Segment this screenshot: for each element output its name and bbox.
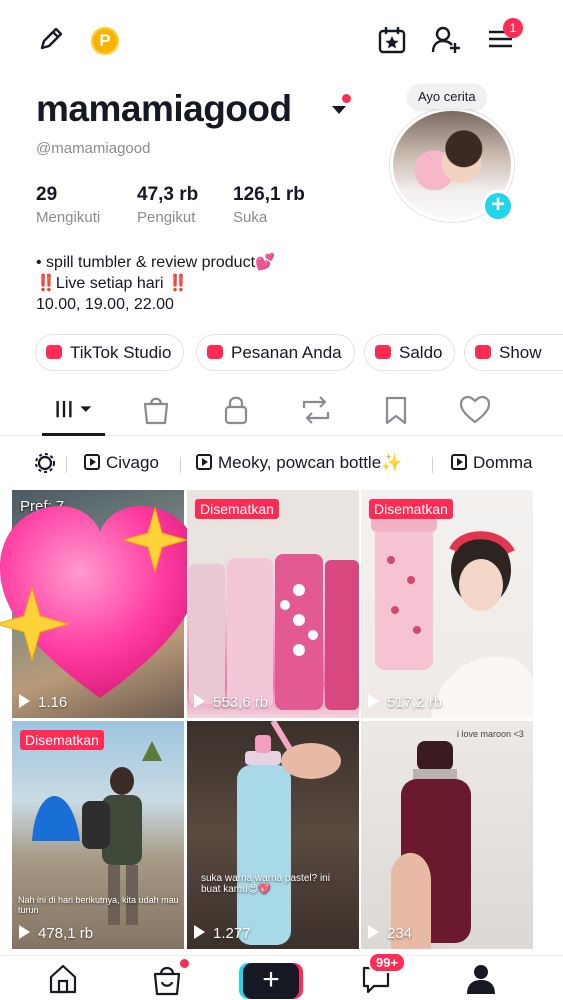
bio-line: • spill tumbler & review product💕 xyxy=(36,254,275,271)
tiktok-studio-button[interactable]: TikTok Studio xyxy=(35,334,185,371)
menu-notification-badge: 1 xyxy=(503,18,523,38)
add-friend-icon[interactable] xyxy=(430,24,462,56)
edit-pencil-icon[interactable] xyxy=(36,24,66,54)
shop-icon[interactable] xyxy=(150,962,184,996)
video-view-count: 553,6 rb xyxy=(194,694,268,711)
divider xyxy=(66,457,67,473)
create-button[interactable]: + xyxy=(243,963,299,999)
notification-dot xyxy=(342,94,351,103)
video-caption: suka warna warna pastel? ini buat kamu😍💖 xyxy=(201,873,330,895)
woman-with-tumbler-image xyxy=(371,512,533,718)
bio-line: 10.00, 19.00, 22.00 xyxy=(36,296,174,313)
play-icon xyxy=(19,925,30,939)
calendar-star-icon[interactable] xyxy=(376,24,408,56)
pinned-badge: Disematkan xyxy=(20,730,104,750)
wallet-icon xyxy=(375,345,391,359)
category-meoky[interactable]: Meoky, powcan bottle✨ xyxy=(196,453,402,473)
maroon-bottle-image xyxy=(391,741,471,949)
stat-likes-count: 126,1 rb xyxy=(233,184,305,205)
stat-followers-count: 47,3 rb xyxy=(137,184,199,205)
play-icon xyxy=(368,925,379,939)
add-story-button[interactable]: + xyxy=(482,190,514,222)
settings-gear-icon[interactable] xyxy=(34,452,56,474)
home-icon[interactable] xyxy=(47,962,79,994)
videos-grid-tab-icon[interactable] xyxy=(54,392,94,428)
inbox-badge: 99+ xyxy=(368,952,407,973)
bottom-navigation: + 99+ xyxy=(0,952,563,1000)
bookmark-tab-icon[interactable] xyxy=(376,392,416,428)
video-thumbnail[interactable]: Disematkan 517,2 rb xyxy=(361,490,533,718)
stat-likes-label: Suka xyxy=(233,209,268,226)
video-view-count: 1.277 xyxy=(194,925,251,942)
video-caption: Nah ini di hari berikutnya, kita udah ma… xyxy=(18,895,179,915)
divider xyxy=(432,457,433,473)
playlist-icon xyxy=(451,454,467,470)
pinned-badge: Disematkan xyxy=(369,499,453,519)
video-thumbnail[interactable]: suka warna warna pastel? ini buat kamu😍💖… xyxy=(187,721,359,949)
video-thumbnail[interactable]: i love maroon <3 234 xyxy=(361,721,533,949)
stat-following[interactable]: 29 Mengikuti xyxy=(36,184,100,226)
stat-following-count: 29 xyxy=(36,184,58,205)
liked-heart-tab-icon[interactable] xyxy=(455,392,495,428)
bio-line: ‼️Live setiap hari ‼️ xyxy=(36,275,188,292)
profile-icon[interactable] xyxy=(465,962,497,994)
profile-bio: • spill tumbler & review product💕 ‼️Live… xyxy=(36,252,275,315)
pill-label: Saldo xyxy=(399,343,443,362)
pill-label: TikTok Studio xyxy=(70,343,172,362)
pill-label: Show xyxy=(499,343,542,362)
story-prompt-bubble[interactable]: Ayo cerita xyxy=(408,84,486,109)
profile-username[interactable]: mamamiagood xyxy=(36,88,292,130)
shop-notification-dot xyxy=(180,959,189,968)
video-caption: i love maroon <3 xyxy=(457,729,524,739)
stat-followers[interactable]: 47,3 rb Pengikut xyxy=(137,184,198,226)
playlist-icon xyxy=(84,454,100,470)
balance-button[interactable]: Saldo xyxy=(364,334,456,371)
repost-tab-icon[interactable] xyxy=(296,392,336,428)
video-view-count: 517,2 rb xyxy=(368,694,442,711)
showcase-button[interactable]: Show xyxy=(464,334,563,371)
shop-bag-tab-icon[interactable] xyxy=(136,392,176,428)
play-icon xyxy=(194,694,205,708)
orders-button[interactable]: Pesanan Anda xyxy=(196,334,355,371)
active-tab-indicator xyxy=(42,433,105,436)
showcase-icon xyxy=(475,345,491,359)
studio-icon xyxy=(46,345,62,359)
playlist-categories: Civago Meoky, powcan bottle✨ Domma xyxy=(0,448,563,478)
sparkling-heart-sticker xyxy=(0,506,200,698)
video-view-count: 234 xyxy=(368,925,412,942)
video-thumbnail[interactable]: Disematkan 553,6 rb xyxy=(187,490,359,718)
video-view-count: 478,1 rb xyxy=(19,925,93,942)
playlist-icon xyxy=(196,454,212,470)
category-domma[interactable]: Domma xyxy=(451,453,533,473)
category-civago[interactable]: Civago xyxy=(84,453,159,473)
category-label: Civago xyxy=(106,453,159,472)
play-icon xyxy=(194,925,205,939)
content-tabs xyxy=(0,392,563,436)
stat-followers-label: Pengikut xyxy=(137,209,196,226)
create-plus-icon: + xyxy=(262,963,280,996)
shopping-bag-icon xyxy=(207,345,223,359)
pill-label: Pesanan Anda xyxy=(231,343,342,362)
profile-handle: @mamamiagood xyxy=(36,140,151,157)
divider xyxy=(180,457,181,473)
tumblers-image xyxy=(189,554,359,710)
private-lock-tab-icon[interactable] xyxy=(216,392,256,428)
play-icon xyxy=(368,694,379,708)
category-label: Meoky, powcan bottle✨ xyxy=(218,453,403,472)
stat-following-label: Mengikuti xyxy=(36,209,101,226)
pinned-badge: Disematkan xyxy=(195,499,279,519)
account-switch-caret-icon[interactable] xyxy=(332,106,346,114)
coins-icon[interactable]: P xyxy=(91,27,119,55)
top-bar: P 1 xyxy=(0,18,563,62)
pastel-bottle-image xyxy=(237,721,341,945)
stat-likes[interactable]: 126,1 rb Suka xyxy=(233,184,305,226)
video-thumbnail[interactable]: Disematkan Nah ini di hari berikutnya, k… xyxy=(12,721,184,949)
category-label: Domma xyxy=(473,453,533,472)
